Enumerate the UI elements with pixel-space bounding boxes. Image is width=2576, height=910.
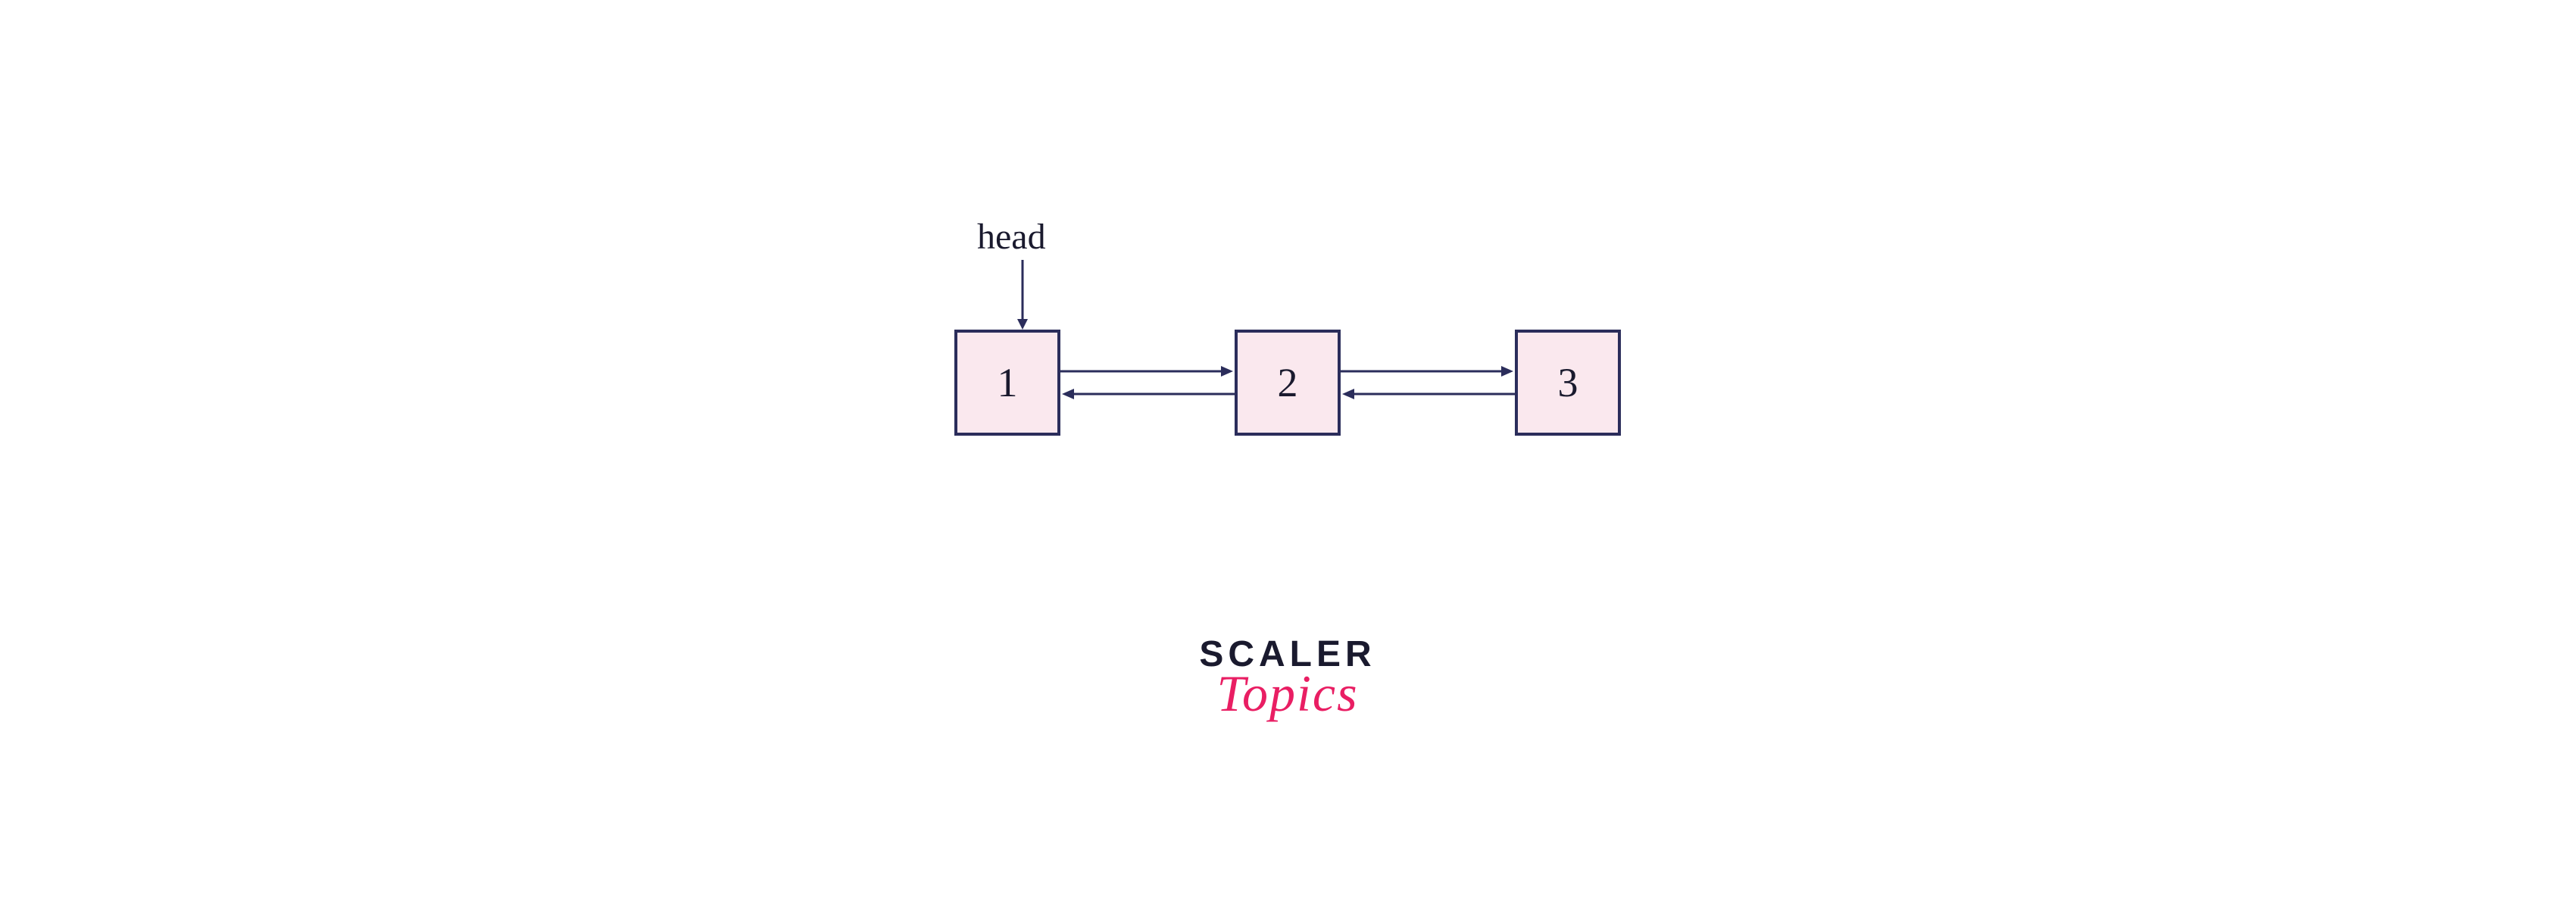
scaler-topics-logo: SCALER Topics <box>1174 636 1401 724</box>
head-arrow-icon <box>1015 260 1030 332</box>
bidirectional-arrows-icon <box>1341 330 1515 436</box>
connector-2-3 <box>1341 330 1515 436</box>
node-3: 3 <box>1515 330 1621 436</box>
nodes-row: 1 2 3 <box>954 330 1621 436</box>
node-value: 3 <box>1558 359 1578 406</box>
node-value: 2 <box>1278 359 1298 406</box>
node-1: 1 <box>954 330 1060 436</box>
node-2: 2 <box>1235 330 1341 436</box>
node-value: 1 <box>998 359 1018 406</box>
doubly-linked-list-diagram: head 1 2 3 <box>954 216 1621 519</box>
connector-1-2 <box>1060 330 1235 436</box>
head-pointer-label: head <box>977 216 1046 258</box>
bidirectional-arrows-icon <box>1060 330 1235 436</box>
